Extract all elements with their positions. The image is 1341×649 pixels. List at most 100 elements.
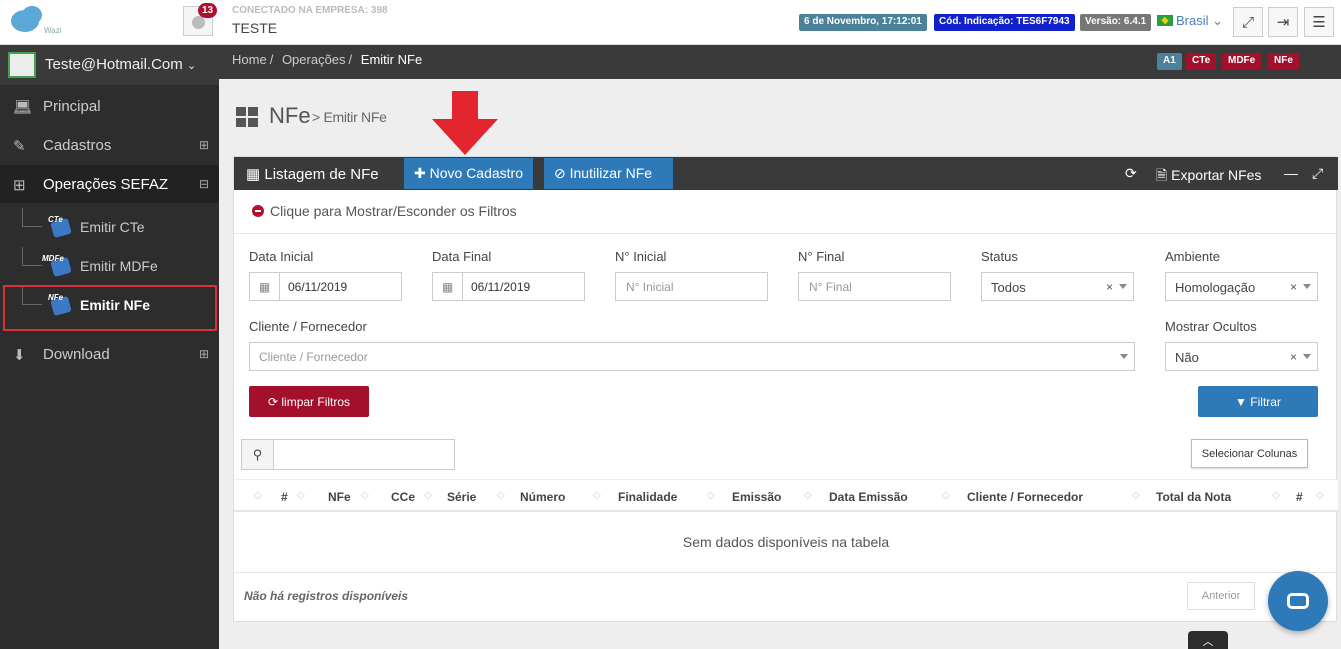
ocultos-label: Mostrar Ocultos: [1165, 319, 1257, 334]
filter-toggle[interactable]: Clique para Mostrar/Esconder os Filtros: [252, 203, 517, 219]
company-label: CONECTADO NA EMPRESA: 398: [232, 5, 388, 16]
datetime-badge: 6 de Novembro, 17:12:01: [799, 14, 927, 31]
badge-cte: CTe: [1186, 53, 1217, 70]
edit-icon: ✎: [13, 138, 26, 155]
red-arrow-annotation: [432, 91, 498, 155]
notifications-button[interactable]: 13: [183, 3, 218, 36]
column-header[interactable]: Número: [520, 490, 565, 504]
plus-icon: ✚: [414, 165, 426, 181]
funnel-icon: ▼: [1235, 394, 1247, 409]
column-header[interactable]: NFe: [328, 490, 351, 504]
caret-down-icon: [1119, 284, 1127, 289]
n-inicial-input[interactable]: N° Inicial: [615, 272, 768, 301]
sidebar-item-label: Cadastros: [43, 137, 112, 154]
referral-code-badge: Cód. Indicação: TES6F7943: [934, 14, 1075, 31]
nfe-list-panel: ▦ Listagem de NFe ✚ Novo Cadastro ⊘ Inut…: [233, 156, 1338, 622]
n-final-input[interactable]: N° Final: [798, 272, 951, 301]
panel-title: ▦ Listagem de NFe: [246, 166, 379, 183]
new-record-button[interactable]: ✚ Novo Cadastro: [404, 158, 533, 189]
expand-plus-icon: ⊞: [198, 347, 209, 361]
chat-widget-button[interactable]: [1268, 571, 1328, 631]
column-header[interactable]: Emissão: [732, 490, 781, 504]
column-header[interactable]: #: [1296, 490, 1303, 504]
export-nfes-button[interactable]: 🗎 Exportar NFes: [1156, 165, 1261, 189]
sidebar-item-cadastros[interactable]: ✎ Cadastros ⊞: [0, 126, 219, 164]
expand-panel-button[interactable]: ⤢: [1312, 165, 1323, 182]
chevron-down-icon: ⌄: [1212, 13, 1224, 28]
breadcrumb-home[interactable]: Home: [232, 52, 267, 67]
data-final-label: Data Final: [432, 249, 492, 264]
sidebar-item-download[interactable]: ⬇ Download ⊞: [0, 335, 219, 373]
column-header[interactable]: Cliente / Fornecedor: [967, 490, 1083, 504]
table-icon: ▦: [246, 166, 261, 183]
sidebar-item-principal[interactable]: 💻︎ Principal: [0, 87, 219, 125]
filter-button[interactable]: ▼ Filtrar: [1198, 386, 1318, 417]
breadcrumb: Home / Operações / Emitir NFe: [232, 52, 423, 67]
column-header[interactable]: Finalidade: [618, 490, 677, 504]
fullscreen-button[interactable]: ⤢: [1233, 7, 1263, 37]
sefaz-cte-icon: CTe: [48, 215, 74, 239]
data-final-field[interactable]: ▦ 06/11/2019: [432, 272, 585, 301]
status-select[interactable]: Todos ×: [981, 272, 1134, 301]
search-icon: ⚲: [252, 446, 263, 462]
n-final-label: N° Final: [798, 249, 845, 264]
sidebar-subitem-emitir-mdfe[interactable]: MDFe Emitir MDFe: [0, 247, 219, 285]
refresh-button[interactable]: ⟳: [1125, 165, 1137, 182]
sidebar-subitem-label: Emitir CTe: [80, 219, 145, 235]
sidebar-subitem-emitir-cte[interactable]: CTe Emitir CTe: [0, 208, 219, 246]
clear-filters-button[interactable]: ⟳ limpar Filtros: [249, 386, 369, 417]
ambiente-select[interactable]: Homologação ×: [1165, 272, 1318, 301]
search-input[interactable]: [273, 439, 455, 470]
chat-icon: [1287, 593, 1309, 609]
column-header[interactable]: #: [281, 490, 288, 504]
language-selector[interactable]: Brasil ⌄: [1157, 13, 1223, 29]
user-menu[interactable]: Teste@Hotmail.Com ⌄: [0, 45, 219, 85]
column-header[interactable]: Série: [447, 490, 476, 504]
logout-icon: ⇥: [1276, 14, 1290, 31]
cliente-select[interactable]: Cliente / Fornecedor: [249, 342, 1135, 371]
windows-icon: ⊞: [13, 177, 26, 194]
windows-icon: [236, 107, 258, 127]
caret-down-icon: [1303, 354, 1311, 359]
data-inicial-field[interactable]: ▦ 06/11/2019: [249, 272, 402, 301]
clear-icon: ×: [1105, 280, 1113, 294]
search-button[interactable]: ⚲: [241, 439, 274, 470]
notification-count-badge: 13: [198, 3, 218, 18]
select-columns-button[interactable]: Selecionar Colunas: [1191, 439, 1308, 468]
sidebar: Teste@Hotmail.Com ⌄ 💻︎ Principal ✎ Cadas…: [0, 45, 219, 649]
ban-icon: ⊘: [554, 165, 566, 181]
table-header: ◇ # ◇ NFe ◇ CCe ◇ Série ◇ Número ◇ Final…: [234, 479, 1338, 512]
void-nfe-button[interactable]: ⊘ Inutilizar NFe: [544, 158, 673, 189]
highlight-box: [3, 285, 217, 331]
scroll-to-top-button[interactable]: ︿: [1188, 631, 1228, 649]
company-name: TESTE: [232, 20, 278, 36]
logout-button[interactable]: ⇥: [1268, 7, 1298, 37]
cliente-label: Cliente / Fornecedor: [249, 319, 367, 334]
collapse-minus-icon: ⊟: [198, 177, 209, 191]
menu-button[interactable]: ☰: [1304, 7, 1334, 37]
pagination-previous[interactable]: Anterior: [1187, 582, 1255, 610]
n-inicial-label: N° Inicial: [615, 249, 667, 264]
ocultos-select[interactable]: Não ×: [1165, 342, 1318, 371]
column-header[interactable]: CCe: [391, 490, 415, 504]
caret-down-icon: [1120, 354, 1128, 359]
minus-circle-icon: [252, 205, 264, 217]
data-inicial-label: Data Inicial: [249, 249, 314, 264]
breadcrumb-section[interactable]: Operações: [282, 52, 346, 67]
file-export-icon: 🗎: [1156, 167, 1168, 183]
sidebar-item-operacoes-sefaz[interactable]: ⊞ Operações SEFAZ ⊟: [0, 165, 219, 203]
calendar-icon: ▦: [433, 273, 463, 300]
badge-nfe: NFe: [1268, 53, 1299, 70]
sidebar-item-label: Principal: [43, 98, 101, 115]
chevron-up-icon: ︿: [1202, 636, 1214, 648]
version-badge: Versão: 6.4.1: [1080, 14, 1152, 31]
column-header[interactable]: Total da Nota: [1156, 490, 1231, 504]
column-header[interactable]: Data Emissão: [829, 490, 908, 504]
app-logo[interactable]: Wazi: [8, 6, 61, 40]
language-label: Brasil: [1176, 13, 1209, 28]
caret-down-icon: [1303, 284, 1311, 289]
minimize-panel-button[interactable]: —: [1284, 165, 1298, 181]
main-content: NFe > Emitir NFe ▦ Listagem de NFe ✚ Nov…: [219, 79, 1341, 649]
bell-icon: [192, 16, 205, 29]
clear-icon: ×: [1289, 280, 1297, 294]
